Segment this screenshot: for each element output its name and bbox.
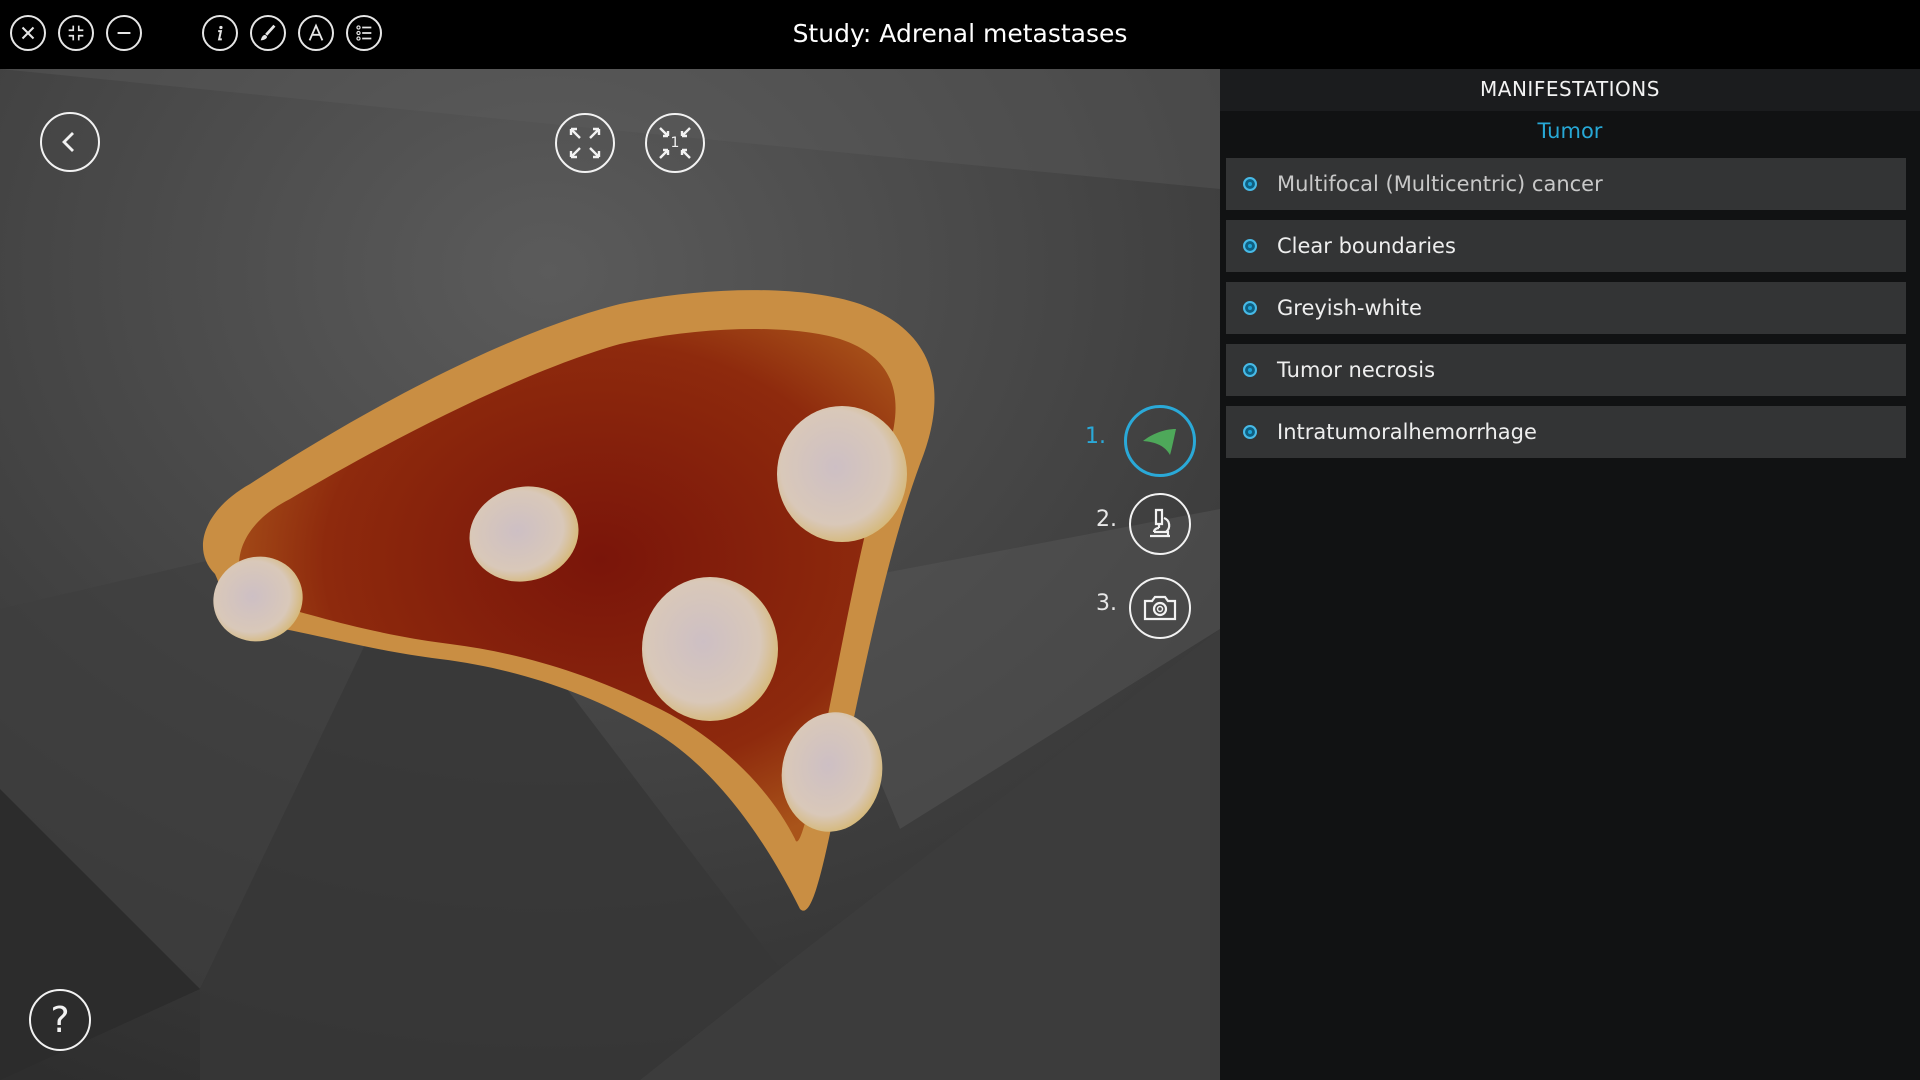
organ-icon <box>1143 429 1176 455</box>
manifestation-item[interactable]: Multifocal (Multicentric) cancer <box>1226 158 1906 210</box>
list-icon[interactable] <box>346 15 382 51</box>
fit-view-badge: 1 <box>670 135 680 151</box>
close-icon[interactable] <box>10 15 46 51</box>
manifestation-item[interactable]: Greyish-white <box>1226 282 1906 334</box>
expand-view-button[interactable] <box>555 113 615 173</box>
manifestation-item[interactable]: Clear boundaries <box>1226 220 1906 272</box>
manifestation-label: Greyish-white <box>1277 296 1422 320</box>
info-icon[interactable] <box>202 15 238 51</box>
step-2-label: 2. <box>1096 507 1117 532</box>
manifestation-label: Multifocal (Multicentric) cancer <box>1277 172 1603 196</box>
window-title: Study: Adrenal metastases <box>792 19 1128 48</box>
radio-dot-icon <box>1243 363 1257 377</box>
question-icon: ? <box>50 999 70 1041</box>
microscope-icon <box>1150 508 1171 538</box>
step-1-button[interactable] <box>1124 405 1196 477</box>
manifestation-label: Tumor necrosis <box>1277 358 1436 382</box>
chevron-left-icon <box>62 132 74 152</box>
back-button[interactable] <box>40 112 100 172</box>
3d-viewer[interactable]: 1 1. 2. 3. ? <box>0 69 1220 1080</box>
brush-icon[interactable] <box>250 15 286 51</box>
restore-window-icon[interactable] <box>58 15 94 51</box>
radio-dot-icon <box>1243 425 1257 439</box>
help-button[interactable]: ? <box>29 989 91 1051</box>
panel-header: MANIFESTATIONS <box>1220 69 1920 111</box>
minimize-icon[interactable] <box>106 15 142 51</box>
manifestations-panel: MANIFESTATIONS Tumor Multifocal (Multice… <box>1220 69 1920 1080</box>
manifestation-label: Clear boundaries <box>1277 234 1456 258</box>
step-1-label: 1. <box>1085 424 1106 449</box>
radio-dot-icon <box>1243 301 1257 315</box>
annotation-icon[interactable] <box>298 15 334 51</box>
step-3-label: 3. <box>1096 591 1117 616</box>
title-bar: Study: Adrenal metastases <box>0 0 1920 69</box>
expand-icon <box>569 127 601 159</box>
manifestation-item[interactable]: Tumor necrosis <box>1226 344 1906 396</box>
radio-dot-icon <box>1243 239 1257 253</box>
manifestation-item[interactable]: Intratumoralhemorrhage <box>1226 406 1906 458</box>
viewer-background <box>0 69 1220 1080</box>
fit-view-button[interactable]: 1 <box>645 113 705 173</box>
step-3-button[interactable] <box>1129 577 1191 639</box>
camera-icon <box>1143 595 1177 621</box>
radio-dot-icon <box>1243 177 1257 191</box>
step-2-button[interactable] <box>1129 493 1191 555</box>
manifestation-label: Intratumoralhemorrhage <box>1277 420 1537 444</box>
panel-subheader: Tumor <box>1537 119 1603 143</box>
